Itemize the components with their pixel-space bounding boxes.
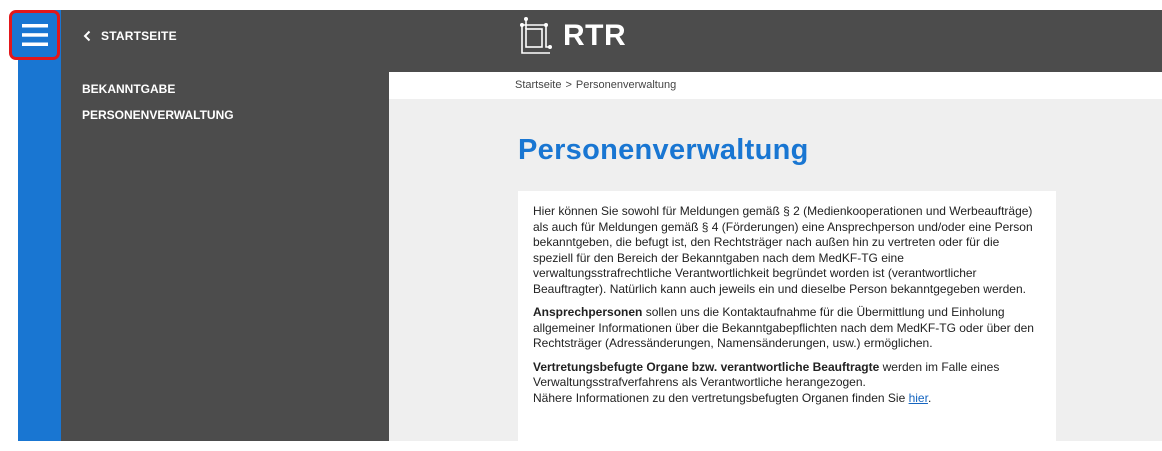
breadcrumb-current: Personenverwaltung xyxy=(575,79,677,91)
representatives-term: Vertretungsbefugte Organe bzw. verantwor… xyxy=(533,359,880,374)
rtr-logo-icon xyxy=(520,17,552,54)
info-card: Hier können Sie sowohl für Meldungen gem… xyxy=(518,191,1056,451)
blue-side-rail xyxy=(18,10,61,441)
contact-persons-term: Ansprechpersonen xyxy=(533,305,643,319)
hamburger-menu-icon xyxy=(21,24,48,46)
breadcrumb-separator: > xyxy=(565,79,572,91)
breadcrumb: Startseite > Personenverwaltung xyxy=(389,72,1162,99)
rtr-logo[interactable]: RTR xyxy=(515,13,626,59)
more-info-link[interactable]: hier xyxy=(909,391,928,405)
sidebar-item-personenverwaltung[interactable]: PERSONENVERWALTUNG xyxy=(82,108,234,122)
page-title: Personenverwaltung xyxy=(518,134,809,166)
logo-text: RTR xyxy=(563,19,627,52)
intro-paragraph: Hier können Sie sowohl für Meldungen gem… xyxy=(533,204,1033,296)
left-margin xyxy=(0,0,18,441)
chevron-left-icon xyxy=(83,30,91,42)
more-info-text: Nähere Informationen zu den vertretungsb… xyxy=(533,390,909,405)
more-info-end: . xyxy=(927,390,932,405)
top-bar: STARTSEITE RTR xyxy=(61,10,1162,72)
back-link-label: STARTSEITE xyxy=(101,29,177,43)
sidebar-item-bekanntgabe[interactable]: BEKANNTGABE xyxy=(82,82,175,96)
back-to-startseite-link[interactable]: STARTSEITE xyxy=(83,10,177,62)
sidebar: BEKANNTGABE PERSONENVERWALTUNG xyxy=(61,72,389,441)
breadcrumb-home-link[interactable]: Startseite xyxy=(515,79,561,91)
main-content: Startseite > Personenverwaltung Personen… xyxy=(389,72,1162,451)
menu-button[interactable] xyxy=(9,10,60,60)
representatives-paragraph: Vertretungsbefugte Organe bzw. verantwor… xyxy=(533,360,1040,407)
contact-persons-paragraph: Ansprechpersonen sollen uns die Kontakta… xyxy=(533,305,1040,352)
